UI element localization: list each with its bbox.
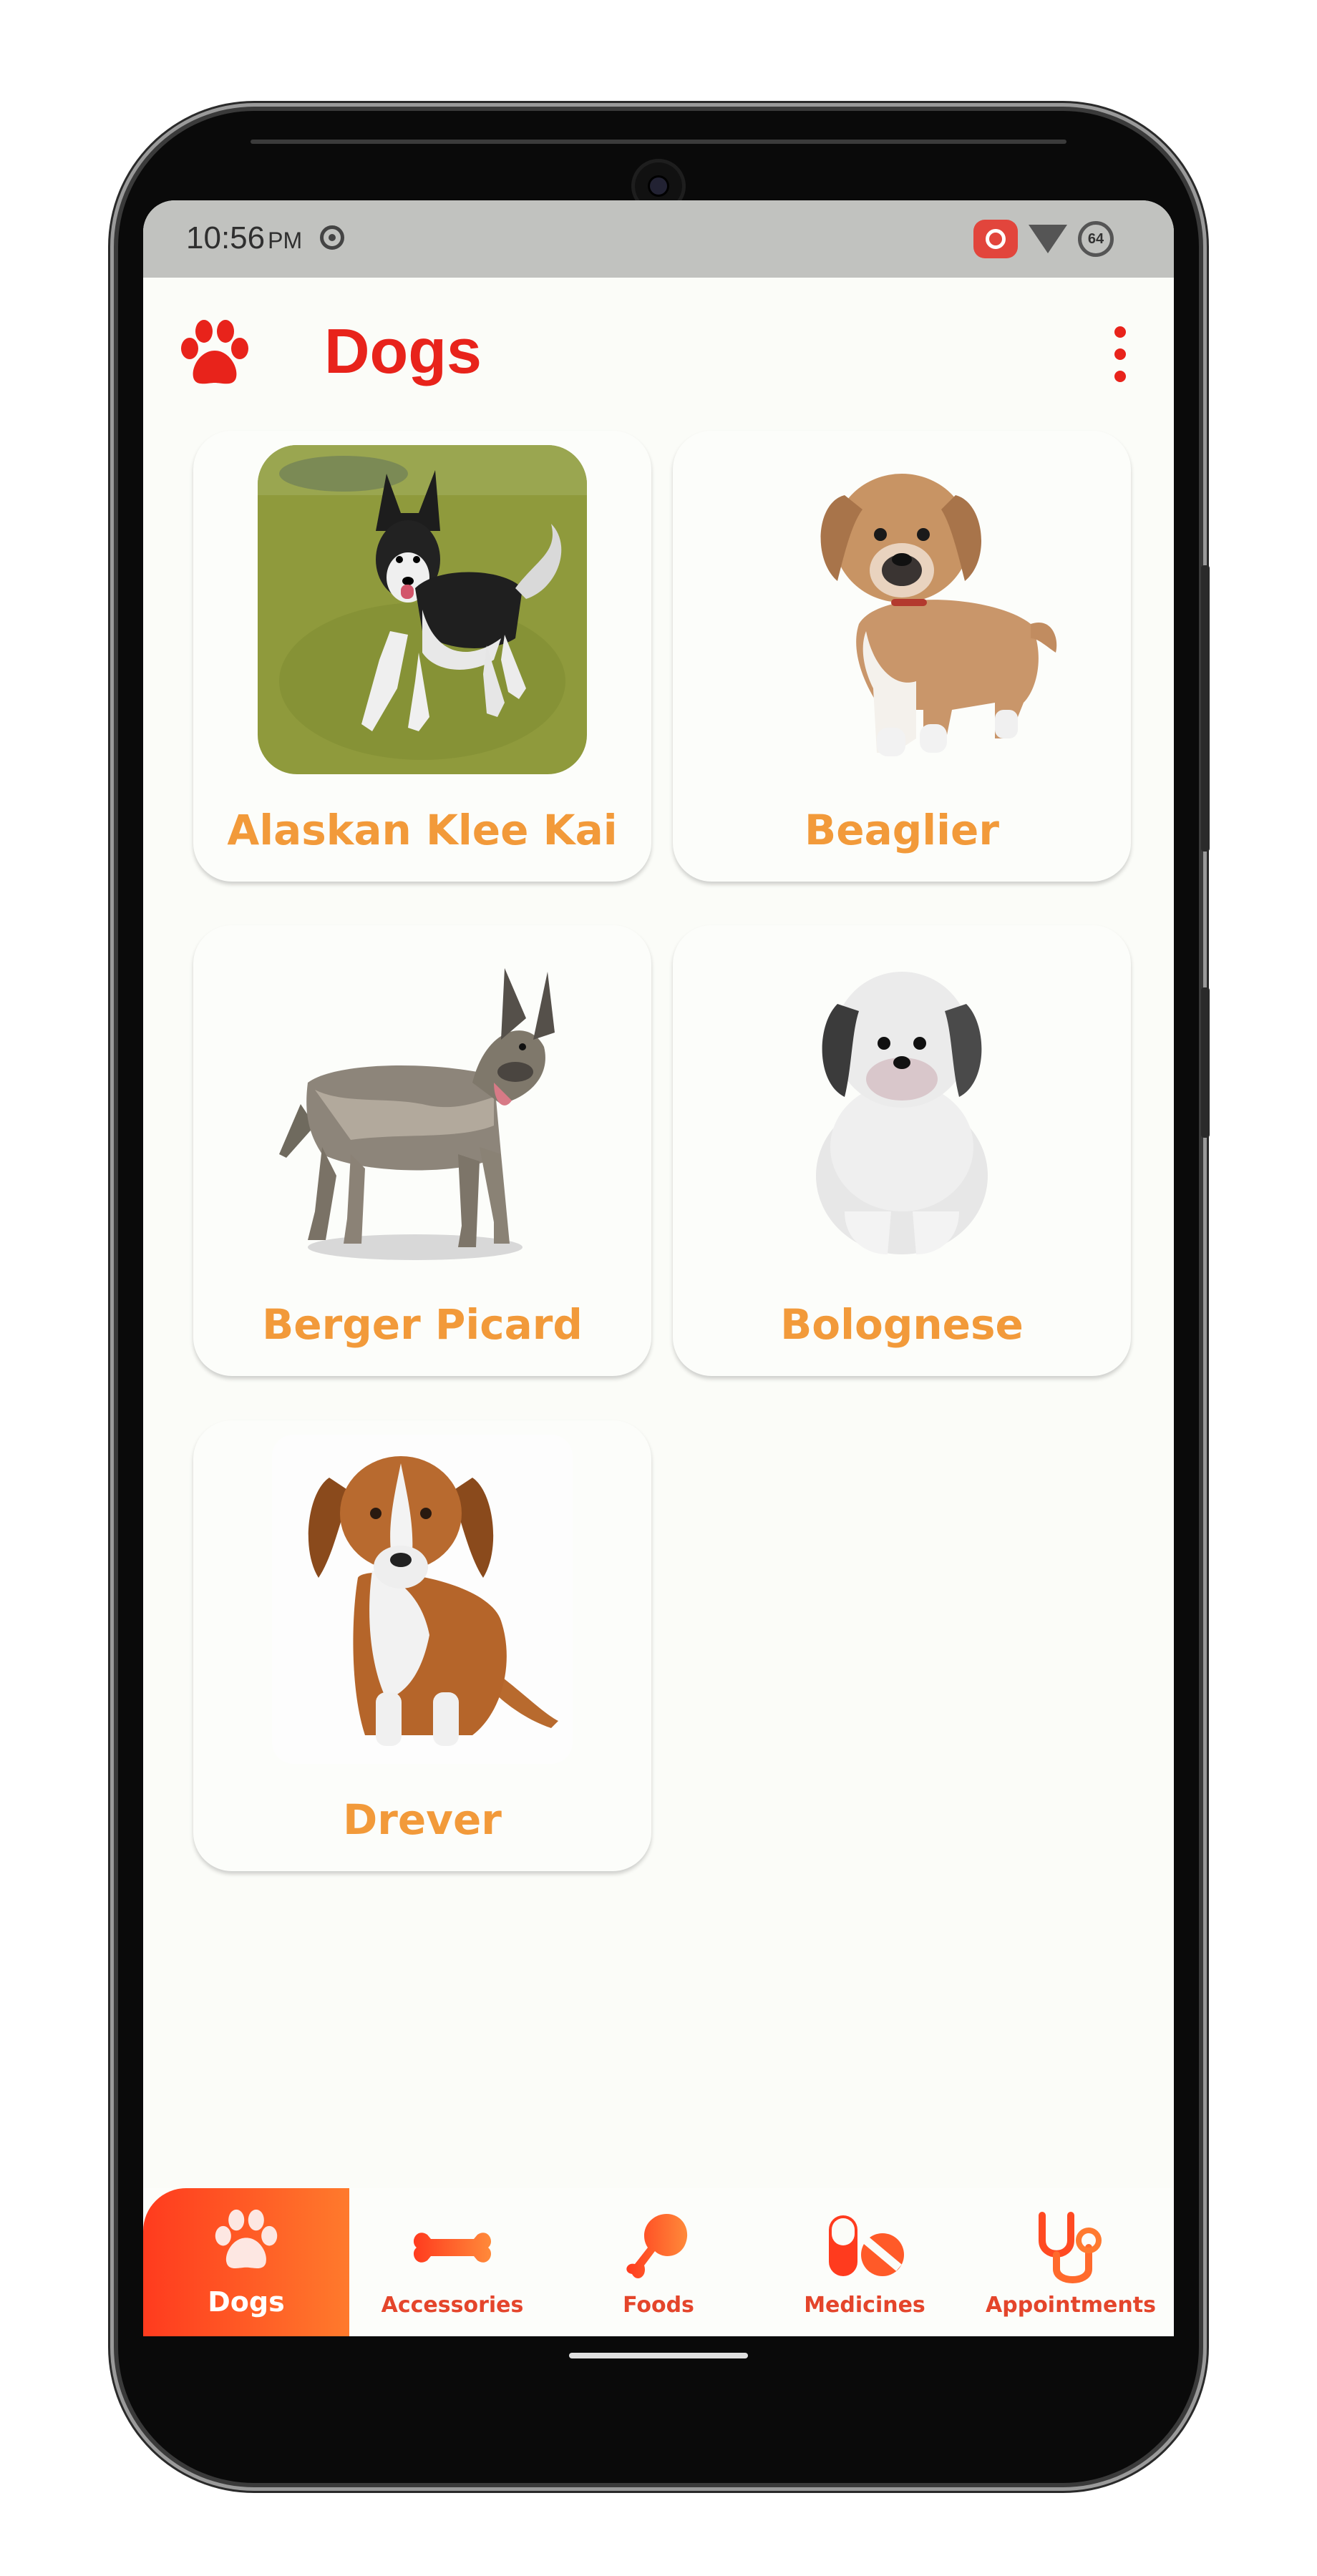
nav-item-foods[interactable]: Foods xyxy=(555,2188,762,2336)
breed-card[interactable]: Drever xyxy=(193,1420,651,1871)
nav-label-foods: Foods xyxy=(623,2293,694,2318)
more-vert-icon[interactable] xyxy=(1106,322,1134,386)
pills-icon xyxy=(829,2215,904,2276)
breed-card[interactable]: Bolognese xyxy=(673,925,1131,1376)
volume-button xyxy=(1201,565,1210,852)
nav-item-medicines[interactable]: Medicines xyxy=(762,2188,968,2336)
phone-top-edge xyxy=(251,140,1066,144)
status-ampm: PM xyxy=(268,228,303,253)
nav-item-accessories[interactable]: Accessories xyxy=(349,2188,555,2336)
battery-level: 64 xyxy=(1087,231,1104,247)
status-time-value: 10:56 xyxy=(186,220,266,255)
paw-icon xyxy=(181,320,248,384)
breed-card[interactable]: Alaskan Klee Kai xyxy=(193,431,651,882)
bone-icon xyxy=(413,2233,492,2263)
app-screen: 10:56 PM 64 Dogs Alaskan Klee Kai Beagli… xyxy=(143,200,1174,2336)
nav-item-dogs[interactable]: Dogs xyxy=(143,2188,349,2336)
breed-name: Berger Picard xyxy=(262,1300,583,1349)
nav-label-dogs: Dogs xyxy=(208,2286,285,2318)
breed-card[interactable]: Berger Picard xyxy=(193,925,651,1376)
power-button xyxy=(1201,987,1210,1138)
page-title: Dogs xyxy=(324,316,482,386)
stethoscope-icon xyxy=(1039,2212,1102,2283)
breed-name: Alaskan Klee Kai xyxy=(227,806,618,854)
home-indicator[interactable] xyxy=(569,2353,748,2358)
nav-label-appointments: Appointments xyxy=(986,2293,1156,2318)
breed-photo-bolognese xyxy=(816,972,988,1254)
screen-cast-icon xyxy=(973,220,1018,258)
screen-record-icon xyxy=(320,225,344,250)
breed-name: Bolognese xyxy=(780,1300,1024,1349)
bottom-navigation: Dogs Accessories Foods Medicines Appoint… xyxy=(143,2188,1174,2336)
breed-name: Beaglier xyxy=(805,806,999,854)
breed-photo-alaskan-klee-kai xyxy=(258,445,587,774)
nav-label-accessories: Accessories xyxy=(381,2293,524,2318)
wifi-icon xyxy=(1029,225,1067,253)
breed-photo-beaglier xyxy=(820,474,1057,756)
meat-leg-icon xyxy=(626,2214,688,2279)
breed-photo-drever xyxy=(272,1435,573,1764)
breed-name: Drever xyxy=(343,1795,502,1844)
nav-item-appointments[interactable]: Appointments xyxy=(968,2188,1174,2336)
battery-icon: 64 xyxy=(1078,221,1114,257)
nav-label-medicines: Medicines xyxy=(804,2293,925,2318)
status-time: 10:56 PM xyxy=(186,220,302,256)
breed-photo-berger-picard xyxy=(279,968,555,1260)
paw-icon xyxy=(215,2209,278,2268)
status-bar: 10:56 PM 64 xyxy=(143,200,1174,278)
breed-card[interactable]: Beaglier xyxy=(673,431,1131,882)
